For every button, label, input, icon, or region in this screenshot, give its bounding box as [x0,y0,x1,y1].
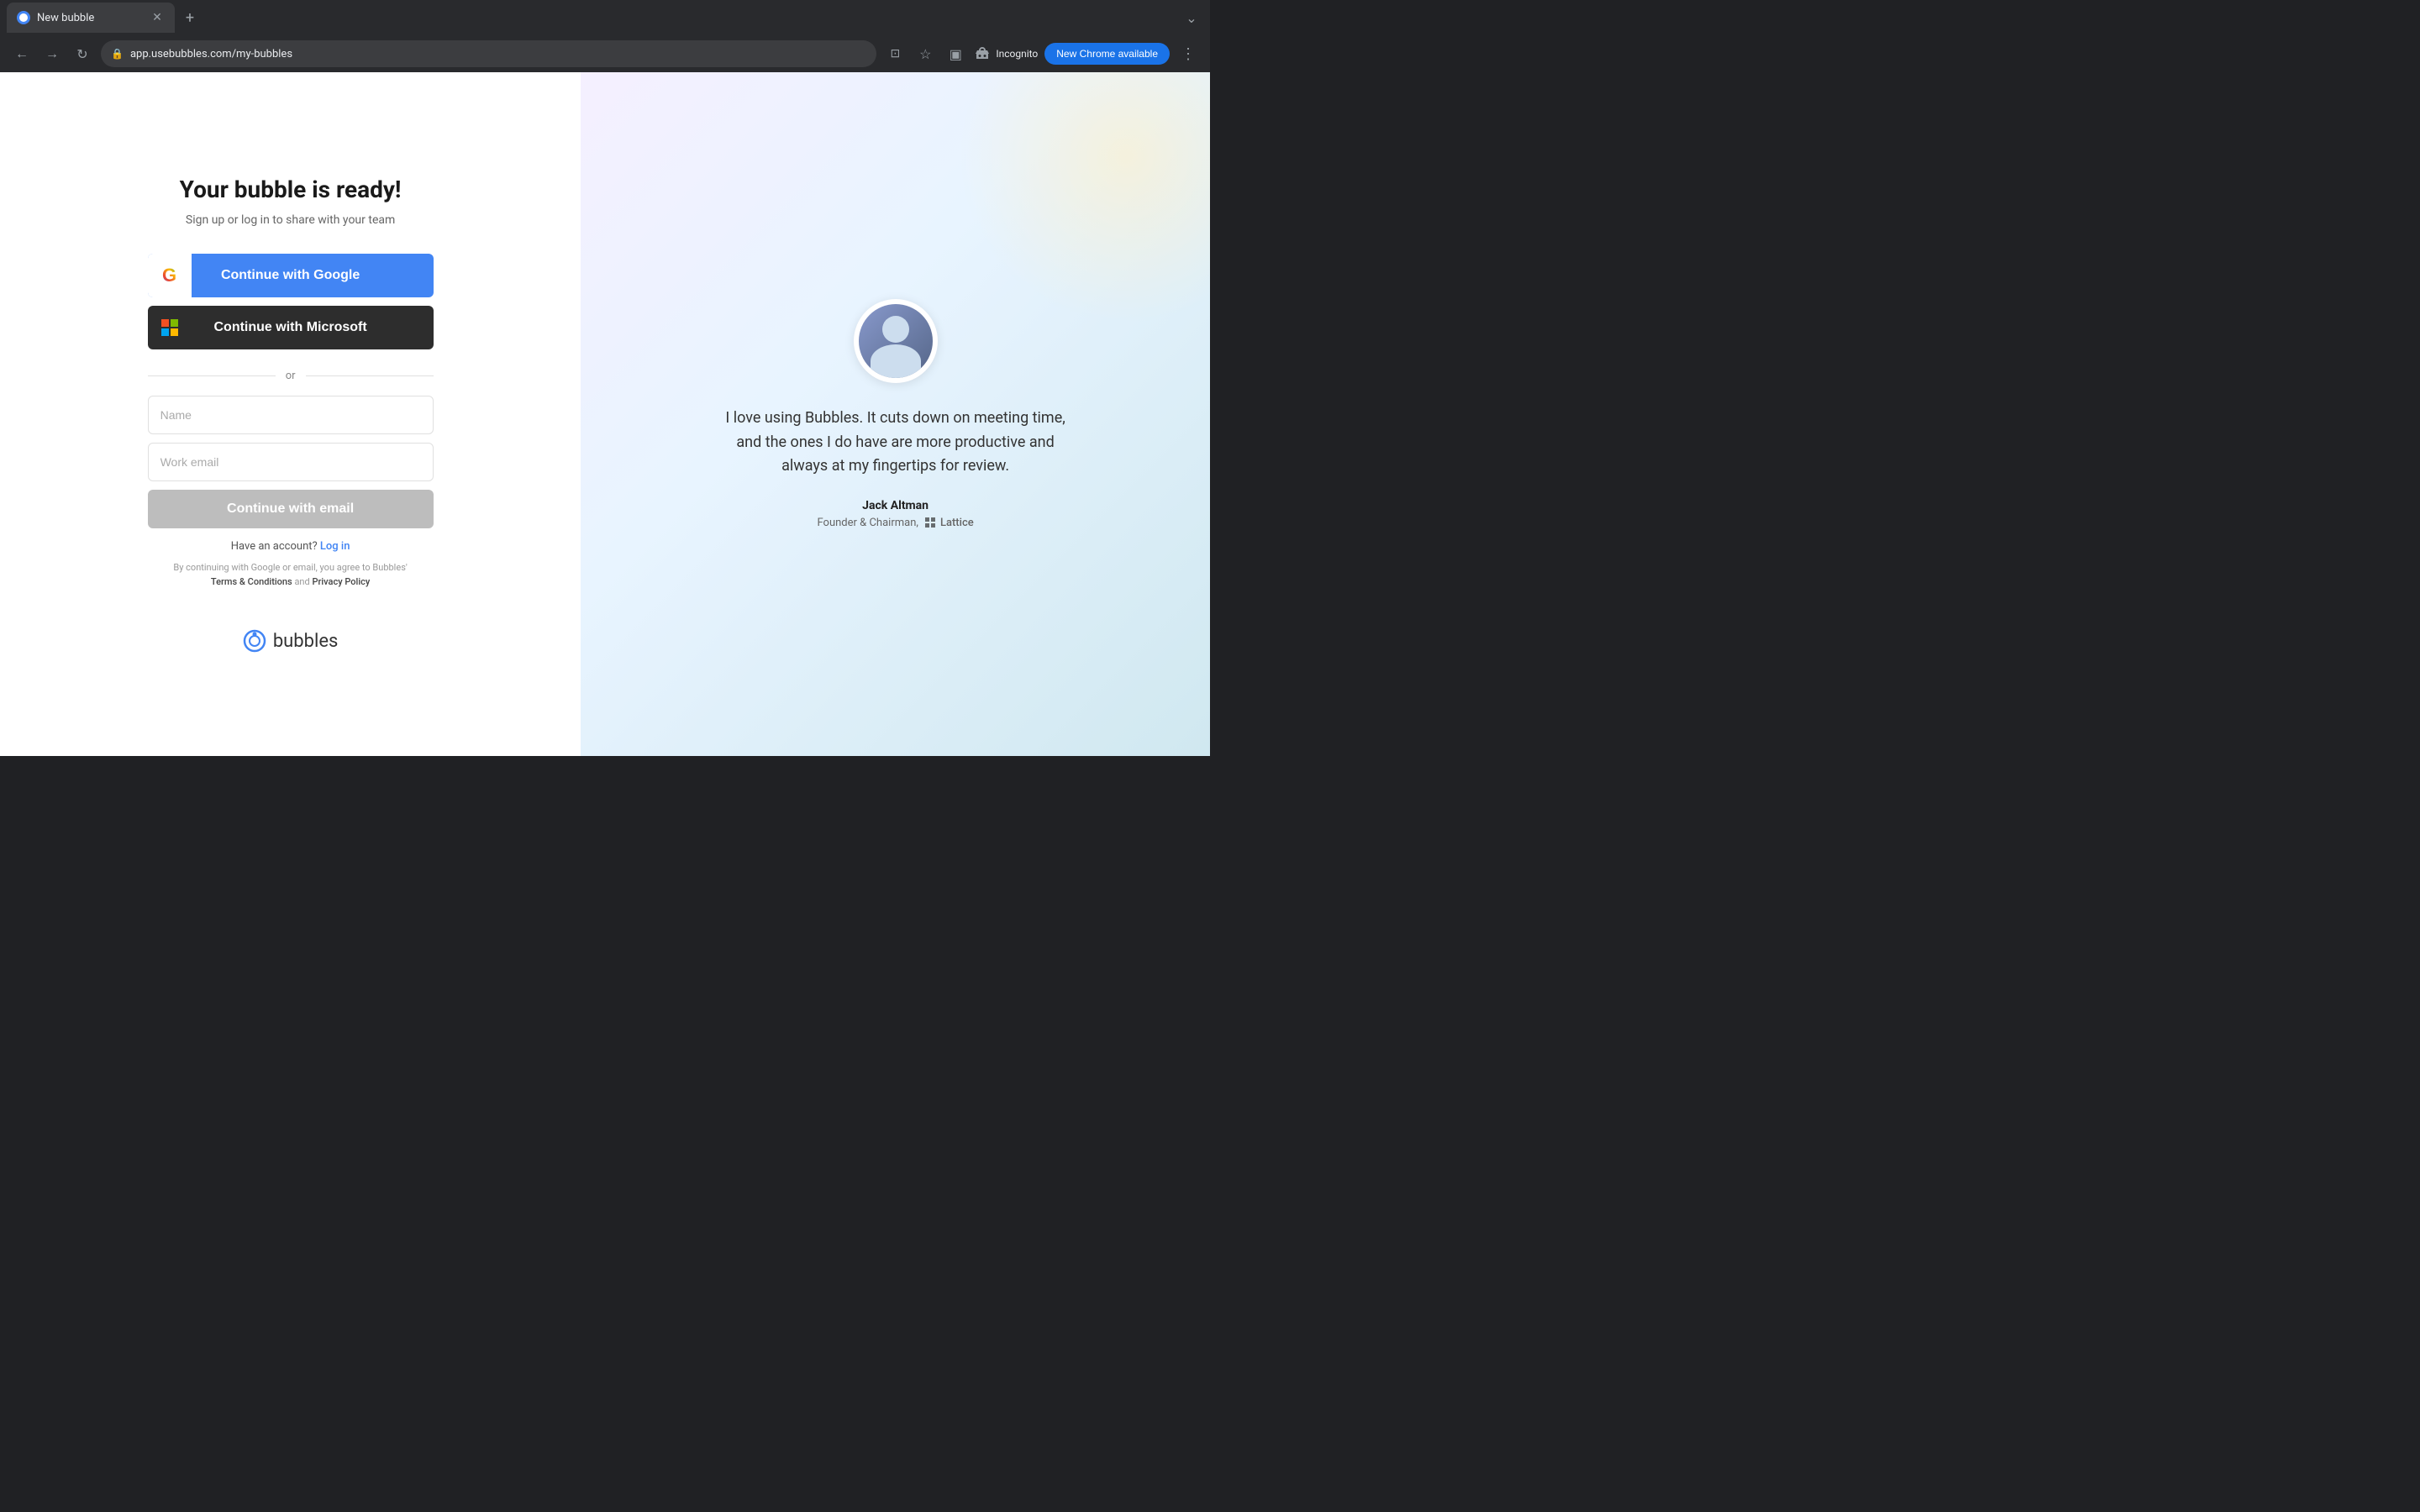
address-text: app.usebubbles.com/my-bubbles [130,48,866,60]
incognito-badge: Incognito [974,45,1038,62]
avatar-head [882,316,909,343]
bookmark-icon[interactable]: ☆ [913,42,937,66]
avatar-container [854,299,938,383]
toolbar: ← → ↻ 🔒 app.usebubbles.com/my-bubbles ⊡ … [0,35,1210,72]
ms-square-yellow [171,328,178,336]
google-g-letter: G [162,265,176,286]
privacy-link[interactable]: Privacy Policy [312,576,370,587]
tab-favicon [17,11,30,24]
testimonial-role-text: Founder & Chairman, [817,517,918,529]
bubbles-logo-icon [243,629,266,653]
divider-line-left [148,375,276,376]
incognito-label: Incognito [996,48,1038,60]
forward-button[interactable]: → [40,42,64,66]
microsoft-signin-button[interactable]: Continue with Microsoft [148,306,434,349]
continue-email-button[interactable]: Continue with email [148,490,434,528]
testimonial-role: Founder & Chairman, Lattice [719,516,1072,529]
ms-square-blue [161,328,169,336]
have-account-text: Have an account? Log in [231,540,350,553]
new-tab-button[interactable]: + [178,6,202,29]
or-divider: or [148,370,434,382]
or-label: or [286,370,296,382]
reload-button[interactable]: ↻ [71,42,94,66]
name-input[interactable] [148,396,434,434]
tab-title: New bubble [37,12,143,24]
testimonial-author: Jack Altman [719,499,1072,512]
browser-chrome: New bubble ✕ + ⌄ ← → ↻ 🔒 app.usebubbles.… [0,0,1210,72]
email-input[interactable] [148,443,434,481]
avatar [859,304,933,378]
terms-text: By continuing with Google or email, you … [173,561,407,589]
terms-link[interactable]: Terms & Conditions [211,576,292,587]
microsoft-logo [161,319,178,336]
incognito-icon [974,45,991,62]
active-tab[interactable]: New bubble ✕ [7,3,175,33]
bubbles-logo: bubbles [243,629,339,653]
signup-title: Your bubble is ready! [180,176,402,203]
microsoft-icon [148,306,192,349]
back-button[interactable]: ← [10,42,34,66]
address-bar[interactable]: 🔒 app.usebubbles.com/my-bubbles [101,40,876,67]
toolbar-right: ⊡ ☆ ▣ Incognito New Chrome available ⋮ [883,42,1200,66]
google-icon: G [148,254,192,297]
tab-bar: New bubble ✕ + ⌄ [0,0,1210,35]
divider-line-right [306,375,434,376]
sidebar-icon[interactable]: ▣ [944,42,967,66]
tab-dropdown-button[interactable]: ⌄ [1180,6,1203,29]
google-signin-button[interactable]: G Continue with Google [148,254,434,297]
avatar-body [871,344,921,378]
google-btn-label: Continue with Google [192,268,434,283]
bubbles-logo-text: bubbles [273,631,339,652]
ms-square-green [171,319,178,327]
cast-icon[interactable]: ⊡ [883,42,907,66]
microsoft-btn-label: Continue with Microsoft [192,320,434,335]
page-content: Your bubble is ready! Sign up or log in … [0,72,1210,756]
lattice-logo-icon [923,516,937,529]
signup-subtitle: Sign up or log in to share with your tea… [186,213,395,227]
testimonial-container: I love using Bubbles. It cuts down on me… [719,299,1072,529]
left-panel: Your bubble is ready! Sign up or log in … [0,72,581,756]
tab-close-button[interactable]: ✕ [150,10,165,25]
ms-square-red [161,319,169,327]
login-link[interactable]: Log in [320,540,350,553]
signup-container: Your bubble is ready! Sign up or log in … [148,176,434,653]
testimonial-quote: I love using Bubbles. It cuts down on me… [719,407,1072,479]
new-chrome-button[interactable]: New Chrome available [1044,43,1170,65]
right-panel: I love using Bubbles. It cuts down on me… [581,72,1210,756]
lattice-logo: Lattice [923,516,974,529]
browser-menu-button[interactable]: ⋮ [1176,42,1200,66]
lattice-company-name: Lattice [940,517,974,529]
security-lock-icon: 🔒 [111,48,124,60]
